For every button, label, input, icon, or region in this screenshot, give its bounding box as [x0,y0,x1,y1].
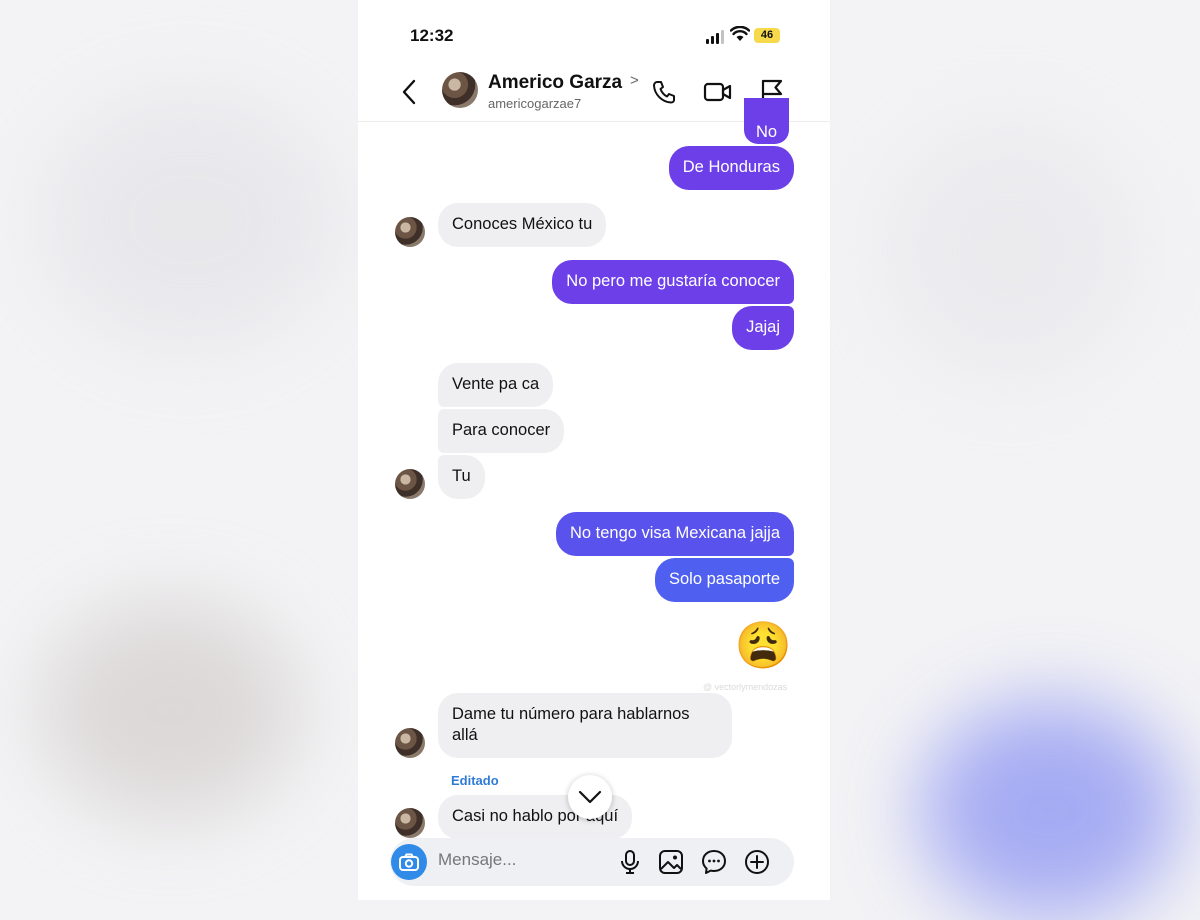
chevron-right-icon[interactable]: > [630,72,639,89]
outgoing-message[interactable]: Jajaj [732,306,794,350]
outgoing-message[interactable]: Solo pasaporte [655,558,794,602]
camera-icon [399,853,419,871]
message-composer [390,838,794,886]
incoming-message[interactable]: Tu [438,455,485,499]
scroll-down-button[interactable] [568,775,612,819]
video-call-icon[interactable] [702,78,734,106]
background-blur [920,700,1180,920]
background-blur [880,120,1140,380]
back-icon[interactable] [398,78,422,106]
signal-icon [706,30,724,44]
add-icon[interactable] [744,849,770,875]
sender-avatar[interactable] [395,217,425,247]
contact-name[interactable]: Americo Garza [488,72,622,94]
message-input[interactable] [438,850,598,870]
incoming-message[interactable]: Vente pa ca [438,363,554,407]
background-blur [40,90,340,350]
outgoing-message[interactable]: No tengo visa Mexicana jajja [555,512,794,556]
chevron-down-icon [578,790,602,804]
battery-icon: 46 [754,28,780,43]
status-time: 12:32 [410,26,454,45]
edited-label: Editado [451,773,499,788]
outgoing-message[interactable]: De Honduras [668,146,794,190]
contact-avatar[interactable] [442,72,478,108]
phone-call-icon[interactable] [650,78,678,106]
phone-screen: 12:32 46 Americo Garza > americogarzae7 … [358,0,830,900]
gallery-icon[interactable] [658,849,684,875]
emoji-message[interactable]: 😩 [735,618,792,672]
outgoing-message[interactable]: No [744,98,790,144]
camera-button[interactable] [391,844,427,880]
incoming-message[interactable]: Dame tu número para hablarnos allá [438,693,732,758]
contact-username[interactable]: americogarzae7 [488,96,581,111]
watermark: @ vectorlymendozas [703,682,788,692]
background-blur [40,600,300,820]
incoming-message[interactable]: Conoces México tu [438,203,607,247]
outgoing-message[interactable]: No pero me gustaría conocer [552,260,794,304]
incoming-message[interactable]: Para conocer [438,409,565,453]
sticker-icon[interactable] [701,849,727,875]
microphone-icon[interactable] [618,849,642,875]
sender-avatar[interactable] [395,728,425,758]
sender-avatar[interactable] [395,808,425,838]
wifi-icon [730,26,750,41]
sender-avatar[interactable] [395,469,425,499]
